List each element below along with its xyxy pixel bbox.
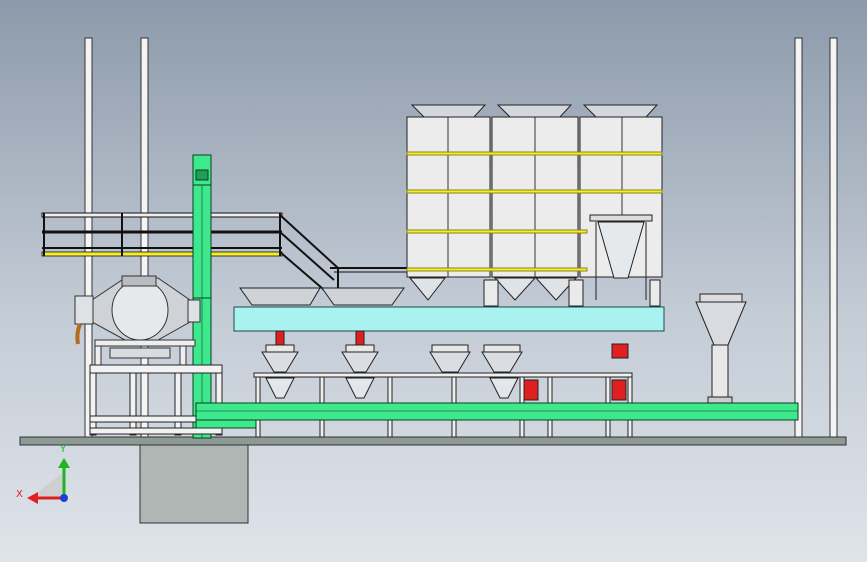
floor-slab	[19, 436, 847, 446]
cad-viewport[interactable]: Y X	[0, 0, 867, 562]
x-axis-head	[27, 492, 38, 504]
mezzanine-beam	[233, 306, 665, 332]
x-axis-label: X	[16, 489, 23, 500]
belt-conveyor	[195, 402, 799, 429]
walkway-platform	[41, 212, 410, 296]
silo-bank	[406, 104, 663, 307]
bucket-elevator	[192, 154, 212, 439]
y-axis-label: Y	[59, 444, 67, 455]
coordinate-triad[interactable]: Y X	[16, 444, 70, 504]
double-cone-mixer	[74, 275, 201, 369]
y-axis-head	[58, 458, 70, 468]
discharge-cone	[695, 293, 747, 404]
weigh-hoppers	[261, 330, 629, 401]
plant-side-elevation: Y X	[16, 37, 847, 524]
foundation-pit	[139, 444, 249, 524]
right-columns	[794, 37, 838, 439]
platform-hoppers	[239, 287, 405, 306]
z-axis-origin	[60, 494, 68, 502]
